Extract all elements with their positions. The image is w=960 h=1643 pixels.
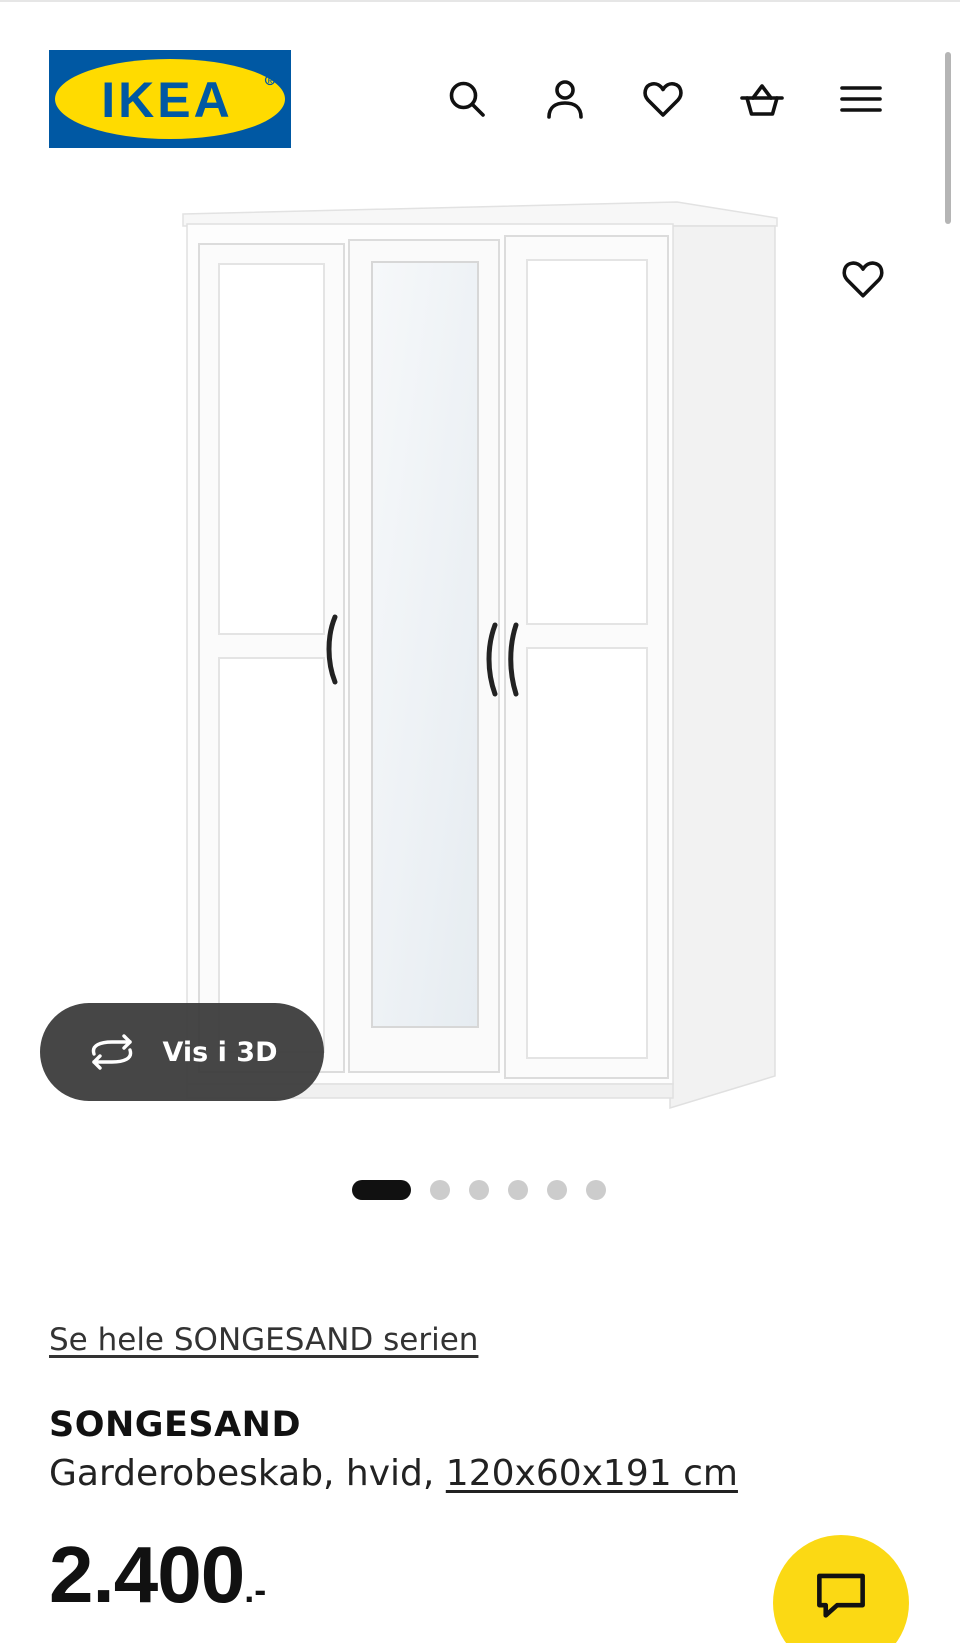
svg-text:R: R — [268, 79, 273, 85]
cart-button[interactable] — [734, 71, 790, 127]
menu-button[interactable] — [833, 71, 889, 127]
search-icon — [449, 81, 485, 117]
chat-button[interactable] — [773, 1535, 909, 1643]
pagination-dot-active[interactable] — [352, 1180, 411, 1200]
product-description: Garderobeskab, hvid, 120x60x191 cm — [49, 1453, 738, 1494]
wardrobe-image — [182, 201, 778, 1110]
menu-icon — [840, 86, 882, 112]
search-button[interactable] — [439, 71, 495, 127]
series-link[interactable]: Se hele SONGESAND serien — [49, 1322, 478, 1358]
product-type-text: Garderobeskab, hvid, — [49, 1453, 446, 1494]
pagination-dot[interactable] — [430, 1180, 450, 1200]
top-divider — [0, 0, 960, 2]
svg-text:IKEA: IKEA — [101, 72, 232, 128]
image-pagination[interactable] — [352, 1180, 606, 1200]
product-size-link[interactable]: 120x60x191 cm — [446, 1453, 738, 1494]
pagination-dot[interactable] — [586, 1180, 606, 1200]
price-value: 2.400 — [49, 1530, 245, 1619]
basket-icon — [740, 84, 784, 116]
add-to-favorites-button[interactable] — [836, 252, 890, 306]
rotate-3d-icon — [92, 1034, 133, 1070]
view-in-3d-button[interactable]: Vis i 3D — [40, 1003, 324, 1101]
profile-button[interactable] — [537, 71, 593, 127]
price-suffix: .- — [244, 1569, 267, 1610]
product-name: SONGESAND — [49, 1405, 302, 1445]
favorites-button[interactable] — [635, 71, 691, 127]
view-in-3d-label: Vis i 3D — [162, 1036, 278, 1068]
pagination-dot[interactable] — [469, 1180, 489, 1200]
chat-icon — [817, 1573, 865, 1618]
heart-icon — [643, 81, 683, 117]
pagination-dot[interactable] — [547, 1180, 567, 1200]
user-icon — [547, 80, 583, 119]
ikea-logo[interactable]: IKEA R — [49, 50, 291, 148]
product-price: 2.400.- — [49, 1535, 266, 1615]
pagination-dot[interactable] — [508, 1180, 528, 1200]
heart-icon — [842, 261, 884, 298]
